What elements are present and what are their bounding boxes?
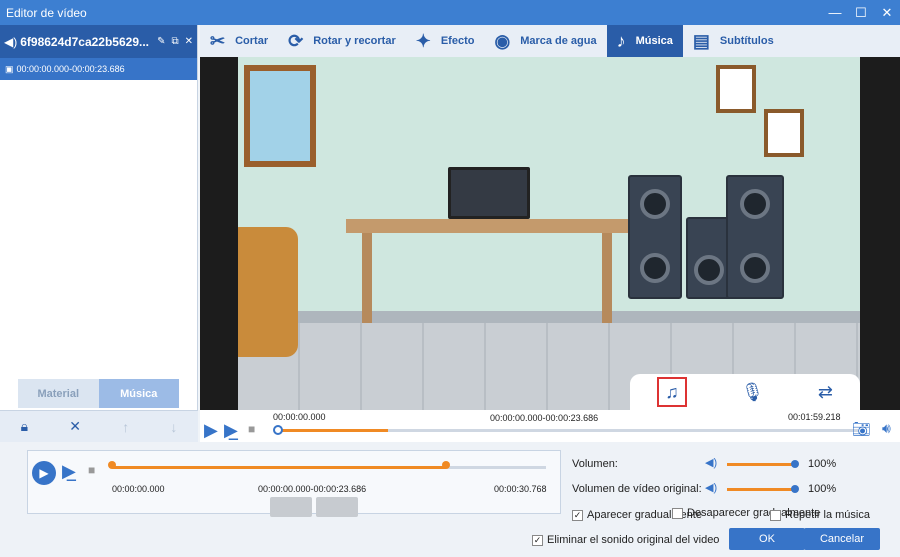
tab-subtitles[interactable]: ▤ Subtítulos (683, 25, 784, 57)
remove-original-option[interactable]: ✓ Eliminar el sonido original del video (532, 534, 719, 546)
music-timeline[interactable] (108, 461, 546, 469)
play-segment-icon[interactable]: ▶̲ (224, 420, 238, 441)
video-frame (238, 57, 860, 410)
maximize-button[interactable]: ☐ (848, 5, 874, 21)
tab-watermark[interactable]: ◉ Marca de agua (484, 25, 606, 57)
video-preview: ♫ 🎙︎ ⇄ (200, 57, 900, 410)
tab-rotate-crop[interactable]: ⟳ Rotar y recortar (278, 25, 406, 57)
subtitle-icon: ▤ (692, 30, 710, 51)
lock-icon[interactable]: 🔒︎ (21, 418, 28, 435)
clip-tools: 🔒︎ ✕ ↑ ↓ (0, 410, 198, 442)
tab-music-edit[interactable]: ♪ Música (606, 25, 683, 57)
tab-material[interactable]: Material (18, 379, 99, 408)
clip-item[interactable]: ▣ 00:00:00.000-00:00:23.686 (0, 58, 197, 80)
clip-list-panel: ◀) 6f98624d7ca22b5629... ✎ ⧉ ✕ ▣ 00:00:0… (0, 25, 198, 410)
clip-icon: ▣ (5, 63, 14, 74)
window-illustration (244, 65, 316, 167)
tab-music[interactable]: Música (98, 379, 179, 408)
music-end-time: 00:00:30.768 (494, 484, 547, 494)
portrait-frame (716, 65, 756, 113)
volume-icon[interactable]: 🔊︎ (882, 420, 891, 437)
rotate-crop-icon: ⟳ (288, 30, 304, 51)
remove-icon[interactable]: ✕ (185, 36, 193, 47)
play-start-time: 00:00:00.000 (273, 412, 326, 422)
orig-volume-label: Volumen de vídeo original: (572, 483, 702, 495)
play-range: 00:00:00.000-00:00:23.686 (490, 413, 599, 423)
speaker-illustration (628, 175, 682, 299)
speaker-icon: ◀) (4, 34, 18, 49)
volume-value: 100% (808, 458, 837, 470)
file-name: 6f98624d7ca22b5629... (20, 34, 149, 49)
music-note-icon: ♪ (616, 30, 626, 51)
watermark-icon: ◉ (494, 30, 511, 51)
add-music-icon: ♫ (665, 381, 679, 402)
tab-cut[interactable]: ✂ Cortar (200, 25, 278, 57)
table-illustration (346, 219, 628, 233)
cut-icon: ✂ (210, 30, 226, 51)
timeline-progress (278, 429, 389, 432)
repeat-checkbox[interactable] (770, 509, 781, 521)
set-start-button[interactable] (270, 497, 312, 517)
volume-icon-music: ◀) (705, 457, 718, 469)
stop-icon[interactable]: ■ (248, 422, 255, 436)
cancel-button[interactable]: Cancelar (804, 528, 880, 550)
music-start-handle[interactable] (108, 461, 116, 469)
move-up-icon[interactable]: ↑ (122, 419, 129, 435)
edit-toolbar: ✂ Cortar ⟳ Rotar y recortar ✦ Efecto ◉ Marca… (200, 25, 900, 57)
video-timeline[interactable] (273, 425, 858, 435)
sofa-illustration (238, 227, 298, 357)
move-down-icon[interactable]: ↓ (170, 419, 177, 435)
volume-label: Volumen: (572, 458, 618, 470)
portrait-frame (764, 109, 804, 157)
music-range: 00:00:00.000-00:00:23.686 (258, 484, 367, 494)
play-end-time: 00:01:59.218 (788, 412, 841, 422)
play-icon[interactable]: ▶ (204, 420, 218, 441)
music-stop-icon[interactable]: ■ (88, 463, 95, 477)
orig-volume-slider[interactable] (727, 485, 799, 493)
music-end-handle[interactable] (442, 461, 450, 469)
minimize-button[interactable]: — (822, 5, 848, 21)
orig-volume-value: 100% (808, 483, 837, 495)
music-play-segment-icon[interactable]: ▶̲ (62, 461, 76, 482)
edit-icon[interactable]: ✎ (157, 36, 165, 47)
close-button[interactable]: ✕ (874, 5, 900, 21)
window-title: Editor de vídeo (6, 5, 87, 20)
music-play-button[interactable]: ▶ (32, 461, 56, 485)
fade-in-checkbox[interactable]: ✓ (572, 509, 583, 521)
delete-icon[interactable]: ✕ (69, 418, 81, 435)
clip-range: 00:00:00.000-00:00:23.686 (16, 64, 125, 74)
title-bar: Editor de vídeo — ☐ ✕ (0, 0, 900, 25)
music-start-time: 00:00:00.000 (112, 484, 165, 494)
ok-button[interactable]: OK (729, 528, 805, 550)
orig-volume-icon: ◀) (705, 482, 718, 494)
remove-original-checkbox[interactable]: ✓ (532, 534, 543, 546)
repeat-option[interactable]: Repetir la música (770, 509, 870, 521)
swap-icon[interactable]: ⇄ (818, 382, 833, 403)
set-end-button[interactable] (316, 497, 358, 517)
effect-icon: ✦ (415, 30, 431, 51)
tab-effect[interactable]: ✦ Efecto (406, 25, 485, 57)
music-selection (112, 466, 446, 469)
add-voice-icon[interactable]: 🎙︎ (741, 382, 764, 403)
snapshot-icon[interactable]: 📷︎ (852, 420, 871, 438)
music-trim-box: ▶ ▶̲ ■ 00:00:00.000 00:00:00.000-00:00:2… (27, 450, 561, 517)
volume-slider[interactable] (727, 460, 799, 468)
video-playbar: 00:00:00.000 00:00:00.000-00:00:23.686 0… (200, 410, 900, 442)
preview-controls: ♫ 🎙︎ ⇄ (630, 374, 860, 410)
fade-out-checkbox[interactable] (672, 507, 683, 519)
add-music-button[interactable]: ♫ (657, 377, 687, 407)
file-header[interactable]: ◀) 6f98624d7ca22b5629... ✎ ⧉ ✕ (0, 25, 197, 58)
copy-icon[interactable]: ⧉ (171, 36, 178, 47)
timeline-handle[interactable] (273, 425, 283, 435)
laptop-illustration (448, 167, 530, 219)
